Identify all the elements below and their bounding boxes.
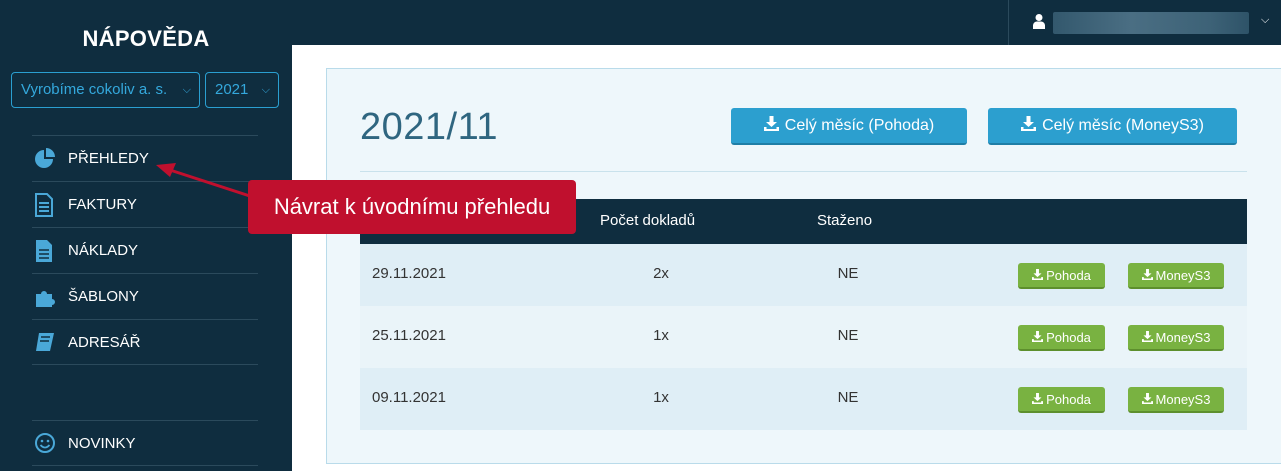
table-row: 25.11.2021 1x NE Pohoda MoneyS3	[360, 306, 1247, 368]
download-icon	[1141, 392, 1153, 407]
sidebar-item-label: ŠABLONY	[68, 288, 139, 305]
sidebar-item-novinky[interactable]: NOVINKY	[32, 420, 258, 466]
row-date: 29.11.2021	[372, 265, 446, 282]
page-title: 2021/11	[360, 106, 499, 148]
column-header-downloaded: Staženo	[817, 212, 873, 229]
download-pohoda-button[interactable]: Pohoda	[1018, 325, 1105, 351]
button-label: Pohoda	[1046, 267, 1091, 283]
download-pohoda-button[interactable]: Pohoda	[1018, 263, 1105, 289]
download-month-moneys3-button[interactable]: Celý měsíc (MoneyS3)	[988, 108, 1237, 145]
document-icon	[32, 192, 68, 217]
sidebar-item-label: PŘEHLEDY	[68, 150, 149, 167]
button-label: MoneyS3	[1155, 267, 1211, 283]
brand-title: NÁPOVĚDA	[82, 26, 210, 51]
sidebar-item-label: NÁKLADY	[68, 242, 139, 259]
download-moneys3-button[interactable]: MoneyS3	[1128, 263, 1224, 289]
download-moneys3-button[interactable]: MoneyS3	[1128, 325, 1224, 351]
download-icon	[1141, 330, 1153, 345]
download-icon	[1032, 268, 1044, 283]
company-select[interactable]: Vyrobíme cokoliv a. s. ⌵	[11, 72, 200, 108]
sidebar-item-faktury[interactable]: FAKTURY	[32, 181, 258, 227]
sidebar-item-naklady[interactable]: NÁKLADY	[32, 227, 258, 273]
table-row: 29.11.2021 2x NE Pohoda MoneyS3	[360, 244, 1247, 306]
download-month-pohoda-button[interactable]: Celý měsíc (Pohoda)	[731, 108, 967, 145]
book-icon	[32, 331, 68, 353]
button-label: MoneyS3	[1155, 329, 1211, 345]
chevron-down-icon: ⌵	[1261, 14, 1270, 26]
row-downloaded: NE	[837, 327, 859, 344]
sidebar-item-label: ADRESÁŘ	[68, 333, 141, 351]
pie-chart-icon	[32, 147, 68, 170]
column-header-count: Počet dokladů	[600, 212, 696, 229]
sidebar-item-prehledy[interactable]: PŘEHLEDY	[32, 135, 258, 181]
sidebar-nav: PŘEHLEDY FAKTURY NÁKLADY ŠABLONY ADRESÁŘ	[32, 135, 258, 365]
user-name-redacted	[1053, 12, 1249, 34]
button-label: Celý měsíc (MoneyS3)	[1042, 116, 1204, 134]
annotation-callout: Návrat k úvodnímu přehledu	[248, 180, 576, 234]
divider	[360, 171, 1247, 172]
row-count: 1x	[653, 327, 669, 344]
row-count: 1x	[653, 389, 669, 406]
row-downloaded: NE	[837, 265, 859, 282]
download-icon	[1141, 268, 1153, 283]
sidebar-item-sablony[interactable]: ŠABLONY	[32, 273, 258, 319]
row-downloaded: NE	[837, 389, 859, 406]
user-menu[interactable]: ⌵	[1008, 0, 1281, 45]
sidebar-item-label: NOVINKY	[68, 434, 136, 452]
download-icon	[1032, 330, 1044, 345]
download-icon	[1021, 115, 1037, 136]
year-select-value: 2021	[215, 81, 249, 98]
button-label: Celý měsíc (Pohoda)	[784, 116, 935, 134]
row-date: 25.11.2021	[372, 327, 446, 344]
sidebar-item-adresar[interactable]: ADRESÁŘ	[32, 319, 258, 365]
year-select[interactable]: 2021 ⌵	[205, 72, 279, 108]
download-icon	[1032, 392, 1044, 407]
button-label: Pohoda	[1046, 329, 1091, 345]
chevron-down-icon: ⌵	[182, 84, 191, 96]
sidebar-item-label: FAKTURY	[68, 196, 137, 213]
table-row: 09.11.2021 1x NE Pohoda MoneyS3	[360, 368, 1247, 430]
sidebar: NÁPOVĚDA Vyrobíme cokoliv a. s. ⌵ 2021 ⌵…	[0, 0, 292, 471]
download-moneys3-button[interactable]: MoneyS3	[1128, 387, 1224, 413]
row-count: 2x	[653, 265, 669, 282]
button-label: MoneyS3	[1155, 391, 1211, 407]
row-date: 09.11.2021	[372, 389, 446, 406]
download-pohoda-button[interactable]: Pohoda	[1018, 387, 1105, 413]
button-label: Pohoda	[1046, 391, 1091, 407]
smiley-icon	[32, 432, 68, 454]
company-select-value: Vyrobíme cokoliv a. s.	[21, 81, 168, 98]
puzzle-icon	[32, 286, 68, 308]
chevron-down-icon: ⌵	[261, 84, 270, 96]
user-icon	[1033, 13, 1045, 34]
sidebar-bottom-nav: NOVINKY	[32, 420, 258, 466]
download-icon	[763, 115, 779, 136]
file-icon	[32, 239, 68, 263]
